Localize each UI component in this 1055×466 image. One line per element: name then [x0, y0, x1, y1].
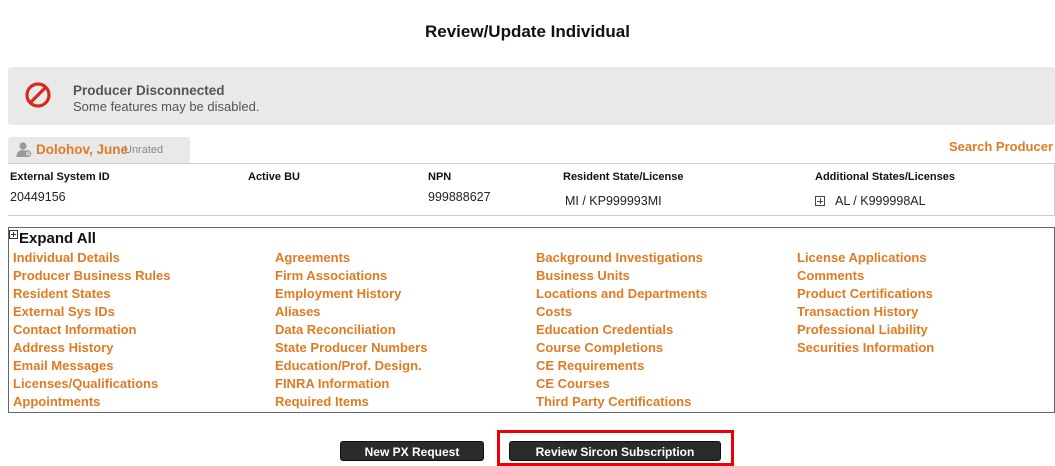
link-appointments[interactable]: Appointments	[13, 393, 171, 411]
producer-rating: Unrated	[124, 144, 164, 156]
link-business-units[interactable]: Business Units	[536, 267, 707, 285]
link-resident-states[interactable]: Resident States	[13, 285, 171, 303]
header-external-system-id: External System ID	[10, 171, 110, 183]
link-costs[interactable]: Costs	[536, 303, 707, 321]
expand-plus-icon	[9, 230, 18, 239]
search-producer-link[interactable]: Search Producer	[949, 139, 1053, 154]
link-securities-information[interactable]: Securities Information	[797, 339, 934, 357]
link-course-completions[interactable]: Course Completions	[536, 339, 707, 357]
review-sircon-subscription-button[interactable]: Review Sircon Subscription	[509, 441, 721, 461]
link-column-2: Agreements Firm Associations Employment …	[275, 249, 427, 411]
link-required-items[interactable]: Required Items	[275, 393, 427, 411]
link-education-prof-design[interactable]: Education/Prof. Design.	[275, 357, 427, 375]
links-panel: Expand All Individual Details Producer B…	[8, 227, 1055, 413]
link-ce-courses[interactable]: CE Courses	[536, 375, 707, 393]
header-npn: NPN	[428, 171, 452, 183]
link-transaction-history[interactable]: Transaction History	[797, 303, 934, 321]
link-license-applications[interactable]: License Applications	[797, 249, 934, 267]
additional-states-row: AL / K999998AL	[815, 194, 926, 208]
link-aliases[interactable]: Aliases	[275, 303, 427, 321]
link-finra-information[interactable]: FINRA Information	[275, 375, 427, 393]
link-locations-and-departments[interactable]: Locations and Departments	[536, 285, 707, 303]
header-additional-states-licenses: Additional States/Licenses	[815, 171, 955, 183]
link-state-producer-numbers[interactable]: State Producer Numbers	[275, 339, 427, 357]
link-data-reconciliation[interactable]: Data Reconciliation	[275, 321, 427, 339]
value-external-system-id: 20449156	[10, 190, 66, 204]
link-product-certifications[interactable]: Product Certifications	[797, 285, 934, 303]
link-employment-history[interactable]: Employment History	[275, 285, 427, 303]
producer-disconnected-alert: Producer Disconnected Some features may …	[8, 67, 1055, 125]
producer-tab: Dolohov, June Unrated	[8, 137, 190, 163]
alert-title: Producer Disconnected	[73, 83, 225, 98]
link-firm-associations[interactable]: Firm Associations	[275, 267, 427, 285]
value-additional-states-licenses: AL / K999998AL	[835, 194, 926, 208]
value-npn: 999888627	[428, 190, 491, 204]
link-professional-liability[interactable]: Professional Liability	[797, 321, 934, 339]
header-resident-state-license: Resident State/License	[563, 171, 684, 183]
link-producer-business-rules[interactable]: Producer Business Rules	[13, 267, 171, 285]
producer-name: Dolohov, June	[36, 142, 129, 157]
link-external-sys-ids[interactable]: External Sys IDs	[13, 303, 171, 321]
link-education-credentials[interactable]: Education Credentials	[536, 321, 707, 339]
value-resident-state-license: MI / KP999993MI	[565, 194, 662, 208]
producer-info-table: External System ID Active BU NPN Residen…	[8, 163, 1055, 216]
link-column-3: Background Investigations Business Units…	[536, 249, 707, 411]
expand-all-toggle[interactable]: Expand All	[9, 230, 96, 247]
page-title: Review/Update Individual	[425, 22, 630, 41]
link-email-messages[interactable]: Email Messages	[13, 357, 171, 375]
link-third-party-certifications[interactable]: Third Party Certifications	[536, 393, 707, 411]
link-individual-details[interactable]: Individual Details	[13, 249, 171, 267]
link-address-history[interactable]: Address History	[13, 339, 171, 357]
link-licenses-qualifications[interactable]: Licenses/Qualifications	[13, 375, 171, 393]
link-column-4: License Applications Comments Product Ce…	[797, 249, 934, 357]
expand-all-label: Expand All	[19, 230, 96, 247]
link-background-investigations[interactable]: Background Investigations	[536, 249, 707, 267]
link-contact-information[interactable]: Contact Information	[13, 321, 171, 339]
header-active-bu: Active BU	[248, 171, 300, 183]
new-px-request-button[interactable]: New PX Request	[340, 441, 484, 461]
alert-message: Some features may be disabled.	[73, 99, 260, 114]
expand-plus-icon[interactable]	[815, 196, 825, 206]
no-entry-icon	[25, 82, 51, 108]
link-comments[interactable]: Comments	[797, 267, 934, 285]
link-agreements[interactable]: Agreements	[275, 249, 427, 267]
person-icon	[16, 142, 32, 157]
link-ce-requirements[interactable]: CE Requirements	[536, 357, 707, 375]
link-column-1: Individual Details Producer Business Rul…	[13, 249, 171, 411]
